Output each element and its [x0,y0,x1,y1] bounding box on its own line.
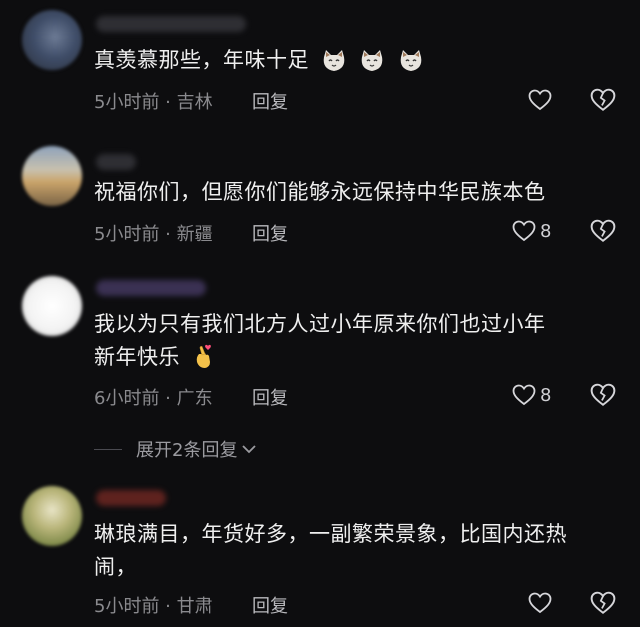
avatar[interactable] [22,146,82,206]
avatar[interactable] [22,276,82,336]
expand-replies-label: 展开2条回复 [136,440,238,461]
broken-heart-icon[interactable] [590,590,616,616]
comment-item: 祝福你们，但愿你们能够永远保持中华民族本色 5小时前 · 新疆 回复 8 [0,140,640,260]
comment-item: 琳琅满目，年货好多，一副繁荣景象，比国内还热 闹， 5小时前 · 甘肃 回复 [0,480,640,627]
broken-heart-icon[interactable] [590,218,616,244]
comment-item: 真羡慕那些，年味十足 5小时前 · 吉林 回复 [0,0,640,128]
like-button[interactable]: 8 [512,382,551,408]
broken-heart-icon[interactable] [590,382,616,408]
comment-text-line: 新年快乐 [94,341,546,374]
comment-text: 琳琅满目，年货好多，一副繁荣景象，比国内还热 闹， [94,518,567,584]
comment-text: 真羡慕那些，年味十足 [94,44,424,77]
avatar[interactable] [22,486,82,546]
comment-text-line: 琳琅满目，年货好多，一副繁荣景象，比国内还热 [94,522,567,546]
comment-text-line: 祝福你们，但愿你们能够永远保持中华民族本色 [94,180,546,204]
heart-outline-icon [528,89,552,111]
divider-line [94,448,122,450]
reply-button[interactable]: 回复 [252,592,288,618]
like-button[interactable] [528,87,556,113]
like-count: 8 [540,220,552,242]
comment-item: 我以为只有我们北方人过小年原来你们也过小年 新年快乐 6小时前 · 广东 回复 … [0,270,640,420]
username-blurred[interactable] [96,490,166,506]
cat-face-emoji [400,50,421,71]
heart-outline-icon [512,220,536,242]
comment-text-line: 闹， [94,555,137,579]
username-blurred[interactable] [96,16,246,32]
broken-heart-icon[interactable] [590,87,616,113]
comment-text: 我以为只有我们北方人过小年原来你们也过小年 新年快乐 [94,308,546,374]
reply-button[interactable]: 回复 [252,384,288,410]
reply-button[interactable]: 回复 [252,220,288,246]
comment-text-line: 真羡慕那些，年味十足 [94,48,309,72]
expand-replies-button[interactable]: 展开2条回复 [94,436,258,462]
comment-text-line: 我以为只有我们北方人过小年原来你们也过小年 [94,312,546,336]
cat-face-emoji [323,50,345,71]
heart-outline-icon [512,384,536,406]
finger-heart-emoji [196,344,212,368]
comment-meta: 5小时前 · 甘肃 [94,596,213,617]
cat-face-emoji [362,50,383,71]
username-blurred[interactable] [96,154,136,170]
comment-text: 祝福你们，但愿你们能够永远保持中华民族本色 [94,176,546,209]
chevron-down-icon [242,445,257,454]
like-button[interactable]: 8 [512,218,551,244]
comment-meta: 5小时前 · 吉林 [94,92,213,113]
comment-meta: 6小时前 · 广东 [94,388,213,409]
like-button[interactable] [528,590,556,616]
like-count: 8 [540,384,552,406]
reply-button[interactable]: 回复 [252,88,288,114]
heart-outline-icon [528,592,552,614]
username-blurred[interactable] [96,280,206,296]
comment-meta: 5小时前 · 新疆 [94,224,213,245]
avatar[interactable] [22,10,82,70]
